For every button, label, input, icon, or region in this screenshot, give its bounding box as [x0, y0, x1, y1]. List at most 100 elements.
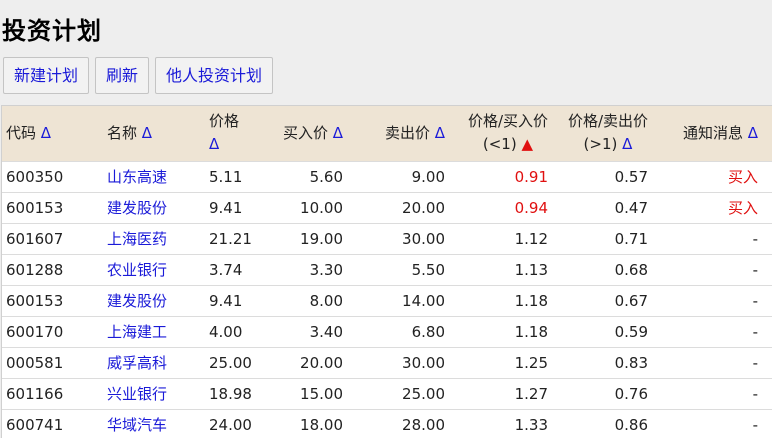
header-name[interactable]: 名称 Δ [103, 106, 205, 161]
cell-sell-price: 28.00 [402, 415, 445, 434]
cell-stock-name-link[interactable]: 兴业银行 [103, 378, 205, 409]
table-body: 600350 山东高速 5.11 5.60 9.00 0.91 0.57 买入 600153 建发… [2, 161, 772, 438]
cell-stock-name-link[interactable]: 威孚高科 [103, 347, 205, 378]
cell-code: 600153 [6, 198, 64, 217]
header-notice-label: 通知消息 [682, 124, 743, 143]
row-spacer [764, 378, 772, 409]
sort-delta-icon[interactable]: Δ [435, 124, 445, 142]
header-buy-price[interactable]: 买入价 Δ [260, 106, 349, 161]
row-spacer [764, 161, 772, 192]
cell-price-sell-ratio: 0.86 [614, 415, 648, 434]
sort-delta-icon[interactable]: Δ [142, 124, 152, 142]
others-plan-button[interactable]: 他人投资计划 [155, 57, 274, 94]
page-title: 投资计划 [2, 17, 102, 45]
cell-notice: - [752, 322, 758, 341]
new-plan-button[interactable]: 新建计划 [3, 57, 90, 94]
cell-notice: - [752, 353, 758, 372]
header-price-buy-ratio[interactable]: 价格/买入价 (<1) ▲ [451, 106, 554, 161]
cell-price-buy-ratio: 0.91 [514, 167, 548, 186]
header-notice[interactable]: 通知消息 Δ [654, 106, 764, 161]
cell-sell-price: 30.00 [402, 229, 445, 248]
cell-price-buy-ratio: 1.18 [514, 291, 548, 310]
cell-code: 601166 [6, 384, 64, 403]
header-price-sell-ratio-stack: 价格/卖出价 (>1) Δ [568, 110, 648, 156]
cell-price-buy-ratio: 1.18 [514, 322, 548, 341]
cell-stock-name-link[interactable]: 建发股份 [103, 285, 205, 316]
cell-code: 600153 [6, 291, 64, 310]
cell-code: 000581 [6, 353, 64, 372]
cell-stock-name-link[interactable]: 建发股份 [103, 192, 205, 223]
row-spacer [764, 223, 772, 254]
header-price-label: 价格 [209, 112, 240, 131]
sort-delta-icon[interactable]: Δ [748, 124, 758, 142]
table-row[interactable]: 601288 农业银行 3.74 3.30 5.50 1.13 0.68 - [2, 254, 772, 285]
header-sell-price-label: 卖出价 [384, 124, 430, 143]
cell-stock-name-link[interactable]: 上海医药 [103, 223, 205, 254]
cell-code: 600741 [6, 415, 64, 434]
cell-buy-price: 10.00 [300, 198, 343, 217]
row-spacer [764, 409, 772, 438]
sort-delta-icon[interactable]: Δ [209, 135, 219, 153]
cell-code: 600350 [6, 167, 64, 186]
cell-price: 4.00 [209, 322, 243, 341]
header-price-sell-ratio-condition: (>1) [583, 135, 618, 154]
cell-stock-name-link[interactable]: 上海建工 [103, 316, 205, 347]
header-spacer [764, 106, 772, 161]
cell-price-sell-ratio: 0.57 [614, 167, 648, 186]
cell-price: 5.11 [209, 167, 243, 186]
header-sell-price[interactable]: 卖出价 Δ [349, 106, 451, 161]
table-row[interactable]: 601607 上海医药 21.21 19.00 30.00 1.12 0.71 - [2, 223, 772, 254]
table-row[interactable]: 600153 建发股份 9.41 10.00 20.00 0.94 0.47 买入 [2, 192, 772, 223]
header-price-sell-ratio-label: 价格/卖出价 [567, 112, 648, 131]
row-spacer [764, 192, 772, 223]
table-row[interactable]: 600350 山东高速 5.11 5.60 9.00 0.91 0.57 买入 [2, 161, 772, 192]
header-price-buy-ratio-stack: 价格/买入价 (<1) ▲ [468, 110, 548, 156]
cell-notice: - [752, 260, 758, 279]
cell-price-sell-ratio: 0.71 [614, 229, 648, 248]
header-name-label: 名称 [107, 124, 138, 143]
cell-stock-name-link[interactable]: 农业银行 [103, 254, 205, 285]
cell-price-sell-ratio: 0.47 [614, 198, 648, 217]
header-price[interactable]: 价格 Δ [205, 106, 260, 161]
cell-sell-price: 25.00 [402, 384, 445, 403]
cell-price: 9.41 [209, 291, 243, 310]
table-row[interactable]: 000581 威孚高科 25.00 20.00 30.00 1.25 0.83 - [2, 347, 772, 378]
table-row[interactable]: 600153 建发股份 9.41 8.00 14.00 1.18 0.67 - [2, 285, 772, 316]
cell-sell-price: 30.00 [402, 353, 445, 372]
cell-price-sell-ratio: 0.67 [614, 291, 648, 310]
header-price-buy-ratio-condition: (<1) [482, 135, 517, 154]
sort-ascending-icon[interactable]: ▲ [522, 135, 534, 153]
table-row[interactable]: 600741 华域汽车 24.00 18.00 28.00 1.33 0.86 - [2, 409, 772, 438]
cell-code: 601288 [6, 260, 64, 279]
header-code[interactable]: 代码 Δ [2, 106, 103, 161]
cell-buy-price: 5.60 [309, 167, 343, 186]
cell-price-sell-ratio: 0.76 [614, 384, 648, 403]
sort-delta-icon[interactable]: Δ [41, 124, 51, 142]
cell-sell-price: 6.80 [411, 322, 445, 341]
header-code-label: 代码 [6, 124, 37, 143]
cell-code: 600170 [6, 322, 64, 341]
toolbar: 新建计划 刷新 他人投资计划 [3, 57, 274, 95]
cell-buy-price: 18.00 [300, 415, 343, 434]
cell-sell-price: 20.00 [402, 198, 445, 217]
cell-stock-name-link[interactable]: 山东高速 [103, 161, 205, 192]
cell-notice: - [752, 229, 758, 248]
table-row[interactable]: 600170 上海建工 4.00 3.40 6.80 1.18 0.59 - [2, 316, 772, 347]
cell-price-buy-ratio: 1.25 [514, 353, 548, 372]
cell-price-sell-ratio: 0.68 [614, 260, 648, 279]
sort-delta-icon[interactable]: Δ [622, 135, 632, 153]
table-row[interactable]: 601166 兴业银行 18.98 15.00 25.00 1.27 0.76 - [2, 378, 772, 409]
header-price-sell-ratio[interactable]: 价格/卖出价 (>1) Δ [554, 106, 654, 161]
cell-price: 25.00 [209, 353, 252, 372]
cell-buy-price: 20.00 [300, 353, 343, 372]
header-price-stack: 价格 Δ [209, 110, 239, 156]
cell-code: 601607 [6, 229, 64, 248]
cell-price: 18.98 [209, 384, 252, 403]
cell-buy-price: 15.00 [300, 384, 343, 403]
cell-stock-name-link[interactable]: 华域汽车 [103, 409, 205, 438]
investment-plan-page: 投资计划 新建计划 刷新 他人投资计划 代码 Δ 名称 Δ 价格 Δ 买入价 Δ… [0, 0, 772, 438]
sort-delta-icon[interactable]: Δ [333, 124, 343, 142]
refresh-button[interactable]: 刷新 [95, 57, 150, 94]
cell-price-buy-ratio: 1.33 [514, 415, 548, 434]
cell-price-buy-ratio: 1.27 [514, 384, 548, 403]
